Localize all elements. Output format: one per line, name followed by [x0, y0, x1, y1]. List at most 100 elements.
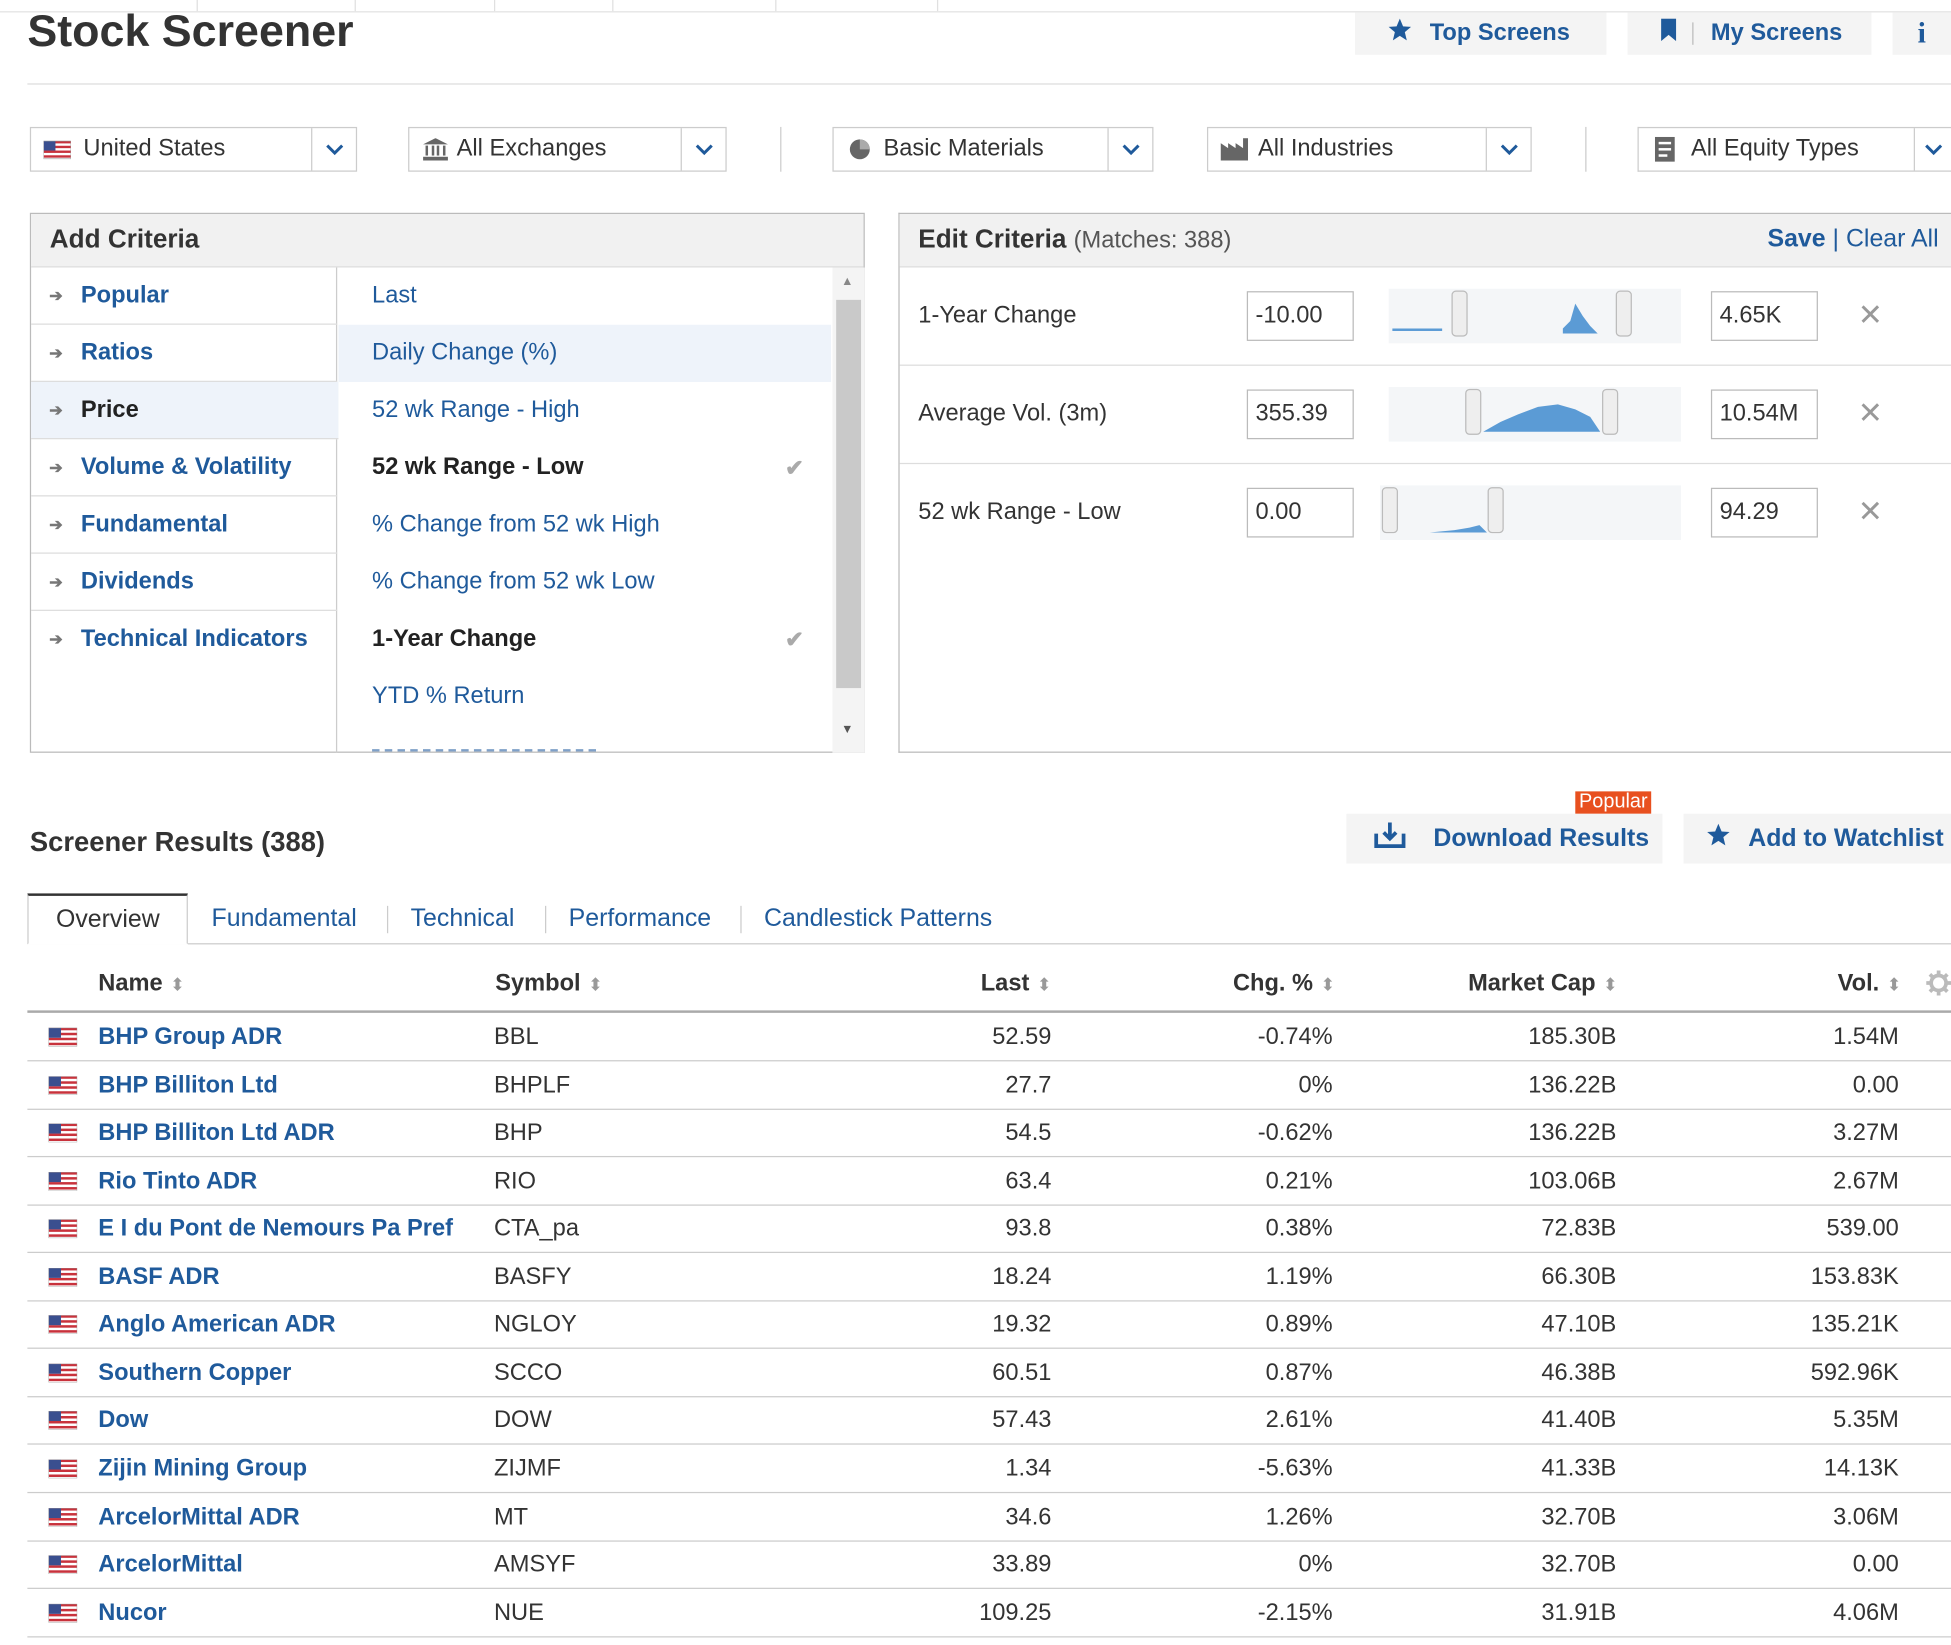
min-input[interactable]: -10.00 — [1246, 291, 1354, 341]
criterion-ytd-return[interactable]: YTD % Return — [338, 668, 831, 725]
range-slider-histogram[interactable] — [1388, 288, 1682, 344]
exchange-dropdown[interactable]: All Exchanges — [408, 126, 727, 172]
category-ratios[interactable]: ➔ Ratios — [31, 325, 338, 383]
chevron-down-icon[interactable] — [1913, 128, 1951, 171]
category-volume-volatility[interactable]: ➔ Volume & Volatility — [31, 439, 338, 497]
chevron-down-icon[interactable] — [1107, 128, 1152, 171]
slider-handle-min[interactable] — [1465, 388, 1482, 435]
market-cap: 46.38B — [1541, 1359, 1617, 1386]
column-header-name[interactable]: Name ⬍ — [98, 971, 184, 998]
table-row[interactable]: Southern Copper SCCO 60.51 0.87% 46.38B 592.9… — [27, 1350, 1951, 1398]
industry-dropdown[interactable]: All Industries — [1206, 126, 1532, 172]
tab-performance[interactable]: Performance — [569, 893, 711, 944]
table-row[interactable]: Anglo American ADR NGLOY 19.32 0.89% 47.10B 1… — [27, 1302, 1951, 1350]
column-label: Last — [980, 970, 1030, 997]
criterion-change-from-52wk-high[interactable]: % Change from 52 wk High — [338, 496, 831, 553]
table-row[interactable]: Nucor NUE 109.25 -2.15% 31.91B 4.06M — [27, 1590, 1951, 1637]
my-screens-button[interactable]: My Screens — [1627, 12, 1872, 55]
table-row[interactable]: ArcelorMittal AMSYF 33.89 0% 32.70B 0.00 — [27, 1542, 1951, 1590]
min-input[interactable]: 0.00 — [1246, 487, 1354, 538]
sector-dropdown[interactable]: Basic Materials — [832, 126, 1154, 172]
category-fundamental[interactable]: ➔ Fundamental — [31, 496, 338, 554]
tab-candlestick-patterns[interactable]: Candlestick Patterns — [764, 893, 992, 944]
tab-technical[interactable]: Technical — [411, 893, 515, 944]
range-slider-histogram[interactable] — [1388, 386, 1682, 442]
criterion-52wk-low[interactable]: 52 wk Range - Low ✔ — [338, 439, 831, 496]
stock-name-link[interactable]: Nucor — [98, 1590, 166, 1637]
column-header-market-cap[interactable]: Market Cap ⬍ — [1468, 971, 1618, 998]
remove-icon[interactable]: ✕ — [1858, 494, 1883, 530]
category-technical-indicators[interactable]: ➔ Technical Indicators — [31, 611, 337, 668]
table-row[interactable]: BHP Billiton Ltd ADR BHP 54.5 -0.62% 136.22B… — [27, 1110, 1951, 1158]
edit-criterion-row: Average Vol. (3m) 355.39 10.54M ✕ — [899, 366, 1951, 465]
save-button[interactable]: Save — [1767, 225, 1825, 252]
stock-name-link[interactable]: BASF ADR — [98, 1254, 219, 1301]
table-row[interactable]: Rio Tinto ADR RIO 63.4 0.21% 103.06B 2.67M — [27, 1158, 1951, 1206]
slider-handle-max[interactable] — [1602, 388, 1619, 435]
criterion-change-from-52wk-low[interactable]: % Change from 52 wk Low — [338, 554, 831, 611]
add-to-watchlist-button[interactable]: Add to Watchlist — [1683, 813, 1951, 864]
range-slider-histogram[interactable] — [1379, 485, 1682, 541]
gear-icon[interactable] — [1926, 970, 1951, 1002]
slider-handle-max[interactable] — [1487, 487, 1504, 534]
stock-name-link[interactable]: BHP Billiton Ltd ADR — [98, 1110, 334, 1157]
table-row[interactable]: E I du Pont de Nemours Pa Pref CTA_pa 93.8… — [27, 1206, 1951, 1254]
category-price[interactable]: ➔ Price — [31, 382, 339, 440]
stock-name-link[interactable]: Rio Tinto ADR — [98, 1158, 257, 1205]
stock-name-link[interactable]: BHP Group ADR — [98, 1014, 282, 1061]
stock-name-link[interactable]: ArcelorMittal ADR — [98, 1494, 299, 1541]
column-header-last[interactable]: Last ⬍ — [981, 971, 1052, 998]
tab-fundamental[interactable]: Fundamental — [212, 893, 357, 944]
chevron-down-icon[interactable] — [680, 128, 726, 171]
tab-overview[interactable]: Overview — [27, 893, 188, 945]
table-row[interactable]: Zijin Mining Group ZIJMF 1.34 -5.63% 41.33B 1… — [27, 1446, 1951, 1494]
scroll-up-icon[interactable]: ▲ — [841, 275, 853, 289]
clear-all-button[interactable]: Clear All — [1846, 225, 1939, 252]
slider-handle-min[interactable] — [1451, 290, 1468, 337]
chevron-down-icon[interactable] — [1485, 128, 1531, 171]
category-dividends[interactable]: ➔ Dividends — [31, 554, 338, 611]
download-results-button[interactable]: Download Results — [1346, 813, 1663, 864]
column-header-vol[interactable]: Vol. ⬍ — [1838, 971, 1902, 998]
category-popular[interactable]: ➔ Popular — [31, 268, 338, 325]
table-row[interactable]: ArcelorMittal ADR MT 34.6 1.26% 32.70B 3.06M — [27, 1494, 1951, 1542]
info-button[interactable]: i — [1892, 12, 1951, 55]
stock-name-link[interactable]: Southern Copper — [98, 1350, 291, 1397]
scrollbar-thumb[interactable] — [836, 299, 862, 689]
category-label: Price — [80, 396, 139, 423]
table-row[interactable]: Dow DOW 57.43 2.61% 41.40B 5.35M — [27, 1398, 1951, 1446]
column-header-symbol[interactable]: Symbol ⬍ — [495, 971, 602, 998]
table-row[interactable]: BHP Billiton Ltd BHPLF 27.7 0% 136.22B 0.00 — [27, 1062, 1951, 1110]
market-cap: 185.30B — [1528, 1024, 1617, 1051]
stock-symbol: NGLOY — [493, 1311, 577, 1338]
max-input[interactable]: 94.29 — [1710, 487, 1818, 538]
top-screens-button[interactable]: Top Screens — [1355, 12, 1607, 55]
stock-symbol: MT — [493, 1503, 529, 1530]
table-row[interactable]: BHP Group ADR BBL 52.59 -0.74% 185.30B 1.54M — [27, 1014, 1951, 1062]
equity-type-dropdown[interactable]: All Equity Types — [1637, 126, 1951, 172]
stock-name-link[interactable]: BHP Billiton Ltd — [98, 1062, 277, 1109]
table-row[interactable]: BASF ADR BASFY 18.24 1.19% 66.30B 153.83K — [27, 1254, 1951, 1302]
country-dropdown[interactable]: United States — [29, 126, 358, 172]
criterion-1-year-change[interactable]: 1-Year Change ✔ — [338, 611, 831, 668]
scroll-down-icon[interactable]: ▼ — [841, 723, 853, 737]
category-label: Volume & Volatility — [80, 453, 292, 480]
chevron-down-icon[interactable] — [311, 128, 356, 171]
stock-name-link[interactable]: Zijin Mining Group — [98, 1446, 307, 1493]
stock-name-link[interactable]: Dow — [98, 1398, 148, 1445]
remove-icon[interactable]: ✕ — [1858, 396, 1883, 432]
slider-handle-max[interactable] — [1615, 290, 1632, 337]
stock-name-link[interactable]: ArcelorMittal — [98, 1542, 243, 1589]
column-header-chg[interactable]: Chg. % ⬍ — [1233, 971, 1335, 998]
criterion-last[interactable]: Last — [338, 268, 831, 325]
slider-handle-min[interactable] — [1381, 487, 1398, 534]
criteria-scrollbar[interactable]: ▲ ▼ — [832, 267, 865, 753]
remove-icon[interactable]: ✕ — [1858, 297, 1883, 333]
max-input[interactable]: 10.54M — [1710, 389, 1818, 440]
max-input[interactable]: 4.65K — [1710, 291, 1818, 341]
criterion-52wk-high[interactable]: 52 wk Range - High — [338, 382, 831, 439]
min-input[interactable]: 355.39 — [1246, 389, 1354, 440]
criterion-daily-change[interactable]: Daily Change (%) — [338, 324, 832, 383]
stock-name-link[interactable]: E I du Pont de Nemours Pa Pref — [98, 1206, 453, 1253]
stock-name-link[interactable]: Anglo American ADR — [98, 1302, 335, 1349]
